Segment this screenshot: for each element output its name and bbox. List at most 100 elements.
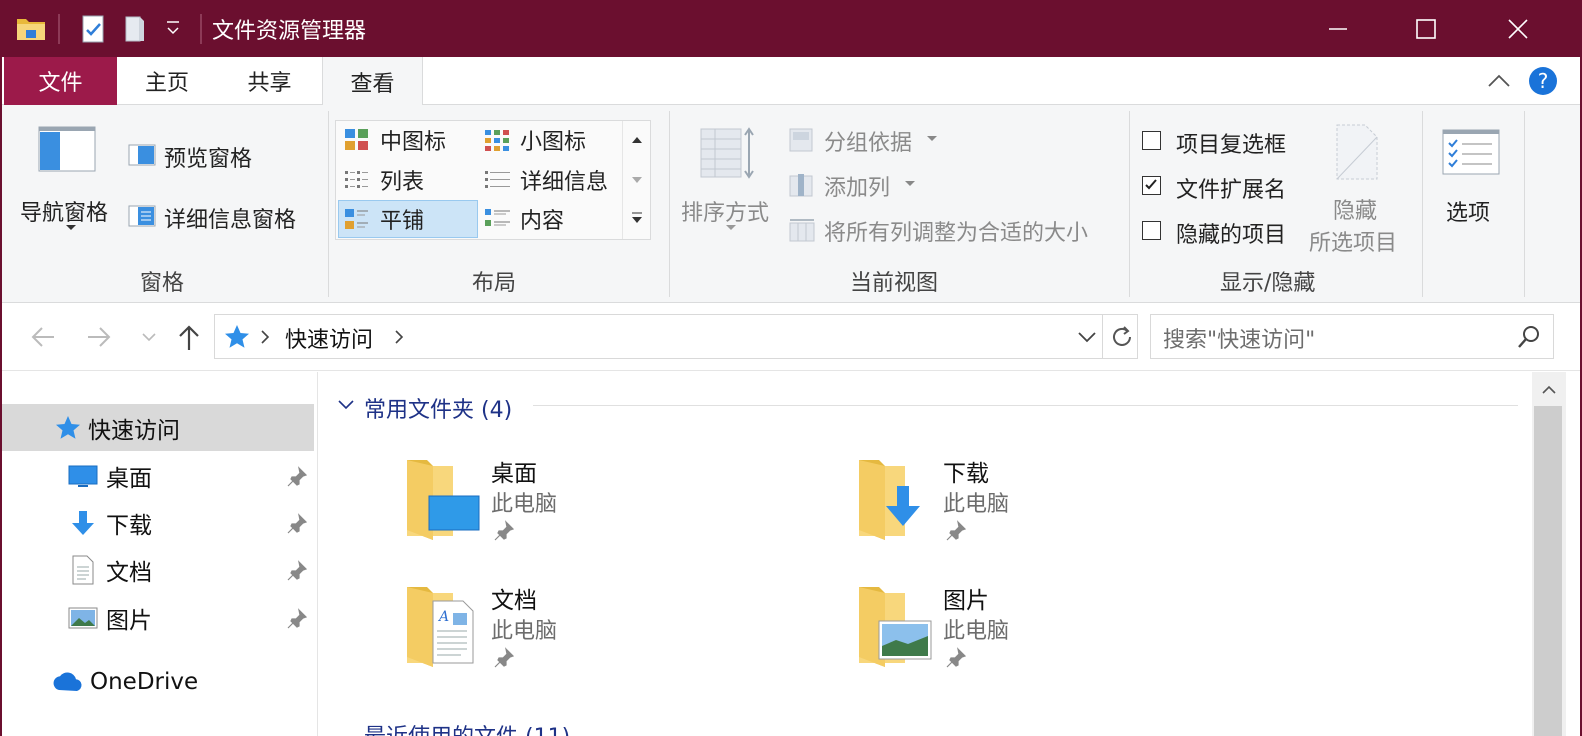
folder-tile-desktop[interactable]: 桌面 此电脑 [401, 452, 821, 562]
item-checkboxes-label: 项目复选框 [1176, 133, 1287, 158]
back-button[interactable] [28, 323, 58, 355]
options-button[interactable]: 选项 [1434, 125, 1514, 235]
layout-medium-icons[interactable]: 中图标 [338, 121, 478, 159]
group-recent-files-header[interactable]: 最近使用的文件 (11) [364, 719, 570, 736]
pin-icon [494, 647, 515, 668]
new-folder-icon[interactable] [122, 14, 148, 48]
preview-pane-button[interactable]: 预览窗格 [128, 139, 308, 175]
add-columns-button[interactable]: 添加列 [788, 168, 928, 204]
folder-tile-downloads[interactable]: 下载 此电脑 [853, 452, 1273, 562]
item-checkboxes-checkbox[interactable] [1142, 131, 1161, 150]
navigation-pane: 快速访问 桌面 下载 文档 图片 OneDrive [2, 372, 318, 736]
hidden-items-checkbox[interactable] [1142, 221, 1161, 240]
tile-name: 下载 [943, 461, 989, 487]
layout-tiles[interactable]: 平铺 [338, 200, 478, 238]
folder-app-icon [16, 14, 46, 46]
file-extensions-toggle[interactable]: 文件扩展名 [1140, 170, 1305, 204]
folder-tile-pictures[interactable]: 图片 此电脑 [853, 579, 1273, 689]
tile-location: 此电脑 [491, 619, 558, 644]
help-icon[interactable]: ? [1528, 66, 1558, 100]
collapse-ribbon-icon[interactable] [1486, 69, 1512, 97]
close-button[interactable] [1472, 0, 1564, 57]
file-extensions-checkbox[interactable] [1142, 176, 1161, 195]
up-button[interactable] [176, 323, 202, 357]
navigation-pane-button[interactable]: 导航窗格 [12, 123, 124, 233]
tab-file[interactable]: 文件 [4, 57, 117, 105]
tile-location: 此电脑 [943, 619, 1010, 644]
nav-item-downloads[interactable]: 下载 [2, 499, 314, 546]
scrollbar-thumb[interactable] [1534, 406, 1562, 736]
item-checkboxes-toggle[interactable]: 项目复选框 [1140, 125, 1305, 159]
chevron-down-icon [338, 400, 354, 410]
nav-quick-access[interactable]: 快速访问 [2, 404, 314, 451]
ribbon-view: 导航窗格 预览窗格 详细信息窗格 窗格 中图标 小图标 列表 详细信息 平铺 内… [2, 105, 1580, 303]
nav-item-pictures[interactable]: 图片 [2, 594, 314, 641]
folder-desktop-icon [407, 460, 480, 540]
layout-gallery-scroll [622, 121, 650, 239]
pin-icon[interactable] [286, 513, 308, 535]
scroll-up-icon[interactable] [1541, 384, 1557, 396]
sort-by-icon [700, 127, 754, 179]
group-label-panes: 窗格 [140, 271, 185, 296]
customize-qat-icon[interactable] [164, 18, 182, 42]
folder-tile-documents[interactable]: A 文档 此电脑 [401, 579, 821, 689]
options-icon [1442, 129, 1500, 175]
nav-item-desktop[interactable]: 桌面 [2, 452, 314, 499]
content-scrollbar[interactable] [1532, 372, 1566, 736]
tab-share[interactable]: 共享 [217, 57, 322, 105]
nav-onedrive[interactable]: OneDrive [2, 658, 314, 705]
document-icon [72, 555, 94, 584]
gallery-more-icon[interactable] [630, 211, 644, 225]
window-title: 文件资源管理器 [212, 19, 367, 44]
group-frequent-folders[interactable]: 常用文件夹 (4) [333, 390, 533, 423]
hidden-items-toggle[interactable]: 隐藏的项目 [1140, 215, 1305, 249]
pin-icon[interactable] [286, 608, 308, 630]
hide-selected-items-button[interactable]: 隐藏 所选项目 [1305, 123, 1411, 256]
breadcrumb-chevron-icon[interactable] [393, 329, 405, 345]
layout-content[interactable]: 内容 [482, 200, 622, 238]
download-arrow-icon [72, 510, 94, 535]
arrow-left-icon [31, 327, 54, 347]
pin-icon[interactable] [286, 466, 308, 488]
search-input[interactable]: 搜索"快速访问" [1163, 322, 1315, 354]
layout-small-icons[interactable]: 小图标 [482, 121, 622, 159]
minimize-button[interactable] [1292, 0, 1384, 57]
refresh-icon[interactable] [1109, 323, 1135, 351]
maximize-button[interactable] [1380, 0, 1472, 57]
layout-list[interactable]: 列表 [338, 161, 478, 199]
hide-selected-icon [1336, 124, 1378, 180]
nav-quick-access-label: 快速访问 [88, 417, 180, 444]
tile-location: 此电脑 [943, 492, 1010, 517]
forward-button[interactable] [84, 323, 114, 355]
pin-icon[interactable] [286, 560, 308, 582]
options-label: 选项 [1446, 201, 1491, 226]
svg-text:?: ? [1538, 69, 1549, 93]
search-icon[interactable] [1515, 323, 1543, 351]
scroll-up-icon[interactable] [630, 135, 644, 145]
tile-name: 文档 [491, 588, 537, 614]
sort-by-button[interactable]: 排序方式 [677, 123, 781, 233]
tiles-icon [345, 209, 368, 229]
tab-home[interactable]: 主页 [117, 57, 217, 105]
onedrive-cloud-icon [53, 671, 82, 691]
content-label: 内容 [520, 209, 565, 234]
breadcrumb-quick-access[interactable]: 快速访问 [285, 322, 373, 354]
breadcrumb-chevron-icon[interactable] [259, 329, 271, 345]
scroll-down-icon[interactable] [630, 175, 644, 185]
address-bar[interactable]: 快速访问 [214, 314, 1138, 359]
minimize-icon [1329, 27, 1347, 30]
group-by-button[interactable]: 分组依据 [788, 123, 948, 159]
address-history-chevron-icon[interactable] [1077, 329, 1097, 345]
layout-details[interactable]: 详细信息 [482, 161, 622, 199]
nav-item-documents[interactable]: 文档 [2, 546, 314, 593]
preview-pane-icon [128, 144, 156, 166]
tab-view[interactable]: 查看 [322, 57, 423, 106]
details-pane-button[interactable]: 详细信息窗格 [128, 200, 318, 236]
arrow-up-icon [179, 325, 199, 350]
nav-item-label: 图片 [106, 607, 152, 634]
properties-icon[interactable] [80, 14, 106, 48]
search-box[interactable]: 搜索"快速访问" [1150, 314, 1554, 359]
size-all-columns-button[interactable]: 将所有列调整为合适的大小 [788, 213, 1118, 249]
recent-locations-button[interactable] [140, 329, 158, 348]
details-pane-icon [128, 205, 156, 227]
